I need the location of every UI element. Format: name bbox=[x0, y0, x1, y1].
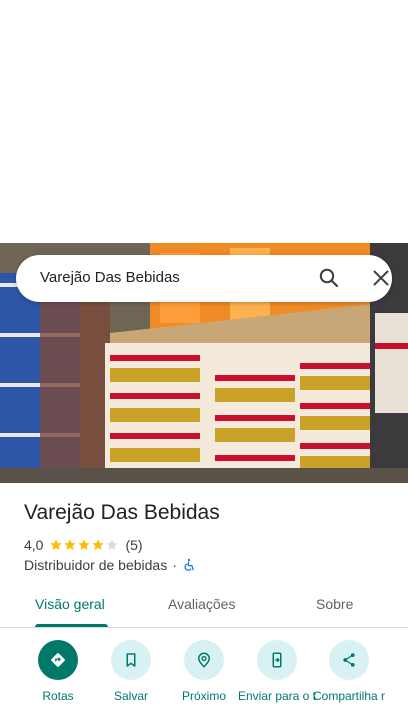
nearby-icon bbox=[184, 640, 224, 680]
action-buttons: Rotas Salvar Próximo Enviar para o t Com… bbox=[0, 640, 408, 726]
save-label: Salvar bbox=[113, 689, 148, 703]
star-icon bbox=[78, 539, 91, 550]
close-icon[interactable] bbox=[369, 266, 393, 290]
directions-label: Rotas bbox=[42, 689, 74, 703]
send-to-phone-button[interactable]: Enviar para o t bbox=[237, 640, 317, 703]
map-area-blank bbox=[0, 0, 408, 243]
send-to-phone-label: Enviar para o t bbox=[237, 689, 317, 703]
category-row: Distribuidor de bebidas · bbox=[24, 556, 196, 574]
tab-about[interactable]: Sobre bbox=[316, 596, 353, 612]
separator-dot: · bbox=[172, 557, 177, 573]
nearby-button[interactable]: Próximo bbox=[164, 640, 244, 703]
rating-row[interactable]: 4,0 (5) bbox=[24, 536, 143, 554]
directions-icon bbox=[38, 640, 78, 680]
rating-stars bbox=[49, 538, 119, 552]
bookmark-icon bbox=[111, 640, 151, 680]
rating-value: 4,0 bbox=[24, 537, 44, 553]
nearby-label: Próximo bbox=[181, 689, 226, 703]
tab-bar: Visão geral Avaliações Sobre bbox=[0, 583, 408, 628]
review-count[interactable]: (5) bbox=[125, 537, 142, 553]
star-icon bbox=[64, 539, 77, 550]
directions-button[interactable]: Rotas bbox=[18, 640, 98, 703]
place-category[interactable]: Distribuidor de bebidas bbox=[24, 557, 167, 573]
star-icon bbox=[92, 539, 105, 550]
send-to-phone-icon bbox=[257, 640, 297, 680]
search-input[interactable]: Varejão Das Bebidas bbox=[40, 269, 180, 286]
share-button[interactable]: Compartilha r bbox=[309, 640, 389, 703]
star-icon bbox=[106, 539, 119, 550]
wheelchair-accessible-icon bbox=[182, 558, 196, 572]
save-button[interactable]: Salvar bbox=[91, 640, 171, 703]
active-tab-indicator bbox=[35, 624, 108, 627]
share-label: Compartilha r bbox=[312, 689, 386, 703]
tab-reviews[interactable]: Avaliações bbox=[168, 596, 235, 612]
star-icon bbox=[50, 539, 63, 550]
search-bar[interactable]: Varejão Das Bebidas bbox=[16, 255, 392, 302]
tab-overview[interactable]: Visão geral bbox=[35, 596, 105, 612]
search-icon[interactable] bbox=[317, 266, 341, 290]
place-title: Varejão Das Bebidas bbox=[24, 501, 220, 524]
share-icon bbox=[329, 640, 369, 680]
